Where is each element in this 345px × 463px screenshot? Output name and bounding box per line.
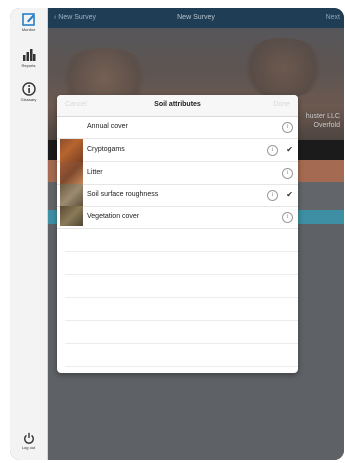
empty-row [65,252,298,275]
empty-row [65,229,298,252]
sidebar-item-reports[interactable]: Reports [10,48,47,68]
list-item-annual-cover[interactable]: Annual cover i [57,116,298,139]
info-icon[interactable]: i [282,122,293,133]
list-item-cryptogams[interactable]: Cryptogams i ✔ [57,139,298,162]
list-item-label: Cryptogams [87,146,125,153]
bar-chart-icon [22,49,35,61]
list-item-vegetation-cover[interactable]: Vegetation cover i [57,206,298,229]
list-item-label: Soil surface roughness [87,191,159,198]
info-icon[interactable]: i [282,212,293,223]
soil-attributes-popover: Cancel Soil attributes Done Annual cover… [57,95,298,373]
info-icon [21,82,36,96]
cryptogams-thumbnail [60,139,83,162]
list-item-soil-surface-roughness[interactable]: Soil surface roughness i ✔ [57,184,298,207]
litter-thumbnail [60,162,83,185]
done-button[interactable]: Done [273,101,290,108]
site-name: Overfold [313,122,340,129]
roughness-thumbnail [60,184,83,207]
sidebar-item-label: Glossary [20,97,37,102]
checkmark-icon: ✔ [286,145,293,154]
sidebar: Monitor Reports Glossary Log out [10,8,48,460]
list-item-label: Vegetation cover [87,213,140,220]
edit-icon [21,13,35,26]
site-caption: huster LLC Overfold [306,112,340,130]
sidebar-item-monitor[interactable]: Monitor [10,12,47,32]
vegetation-thumbnail [60,206,83,226]
empty-row [65,344,298,367]
info-icon[interactable]: i [282,168,293,179]
empty-row [65,298,298,321]
empty-row [65,275,298,298]
sidebar-item-glossary[interactable]: Glossary [10,82,47,102]
photo-tree [238,38,328,98]
info-icon[interactable]: i [267,145,278,156]
company-name: huster LLC [305,113,340,120]
popover-header: Cancel Soil attributes Done [57,95,298,117]
list-item-label: Annual cover [87,123,128,130]
empty-row [65,321,298,344]
list-item-label: Litter [87,169,103,176]
navigation-bar: ‹ New Survey New Survey Next [48,8,344,28]
sidebar-item-label: Reports [21,63,36,68]
popover-title: Soil attributes [154,101,201,108]
list-item-litter[interactable]: Litter i [57,162,298,185]
logout-label: Log out [21,445,36,450]
logout-button[interactable]: Log out [10,432,47,450]
page-title: New Survey [177,14,215,21]
info-icon[interactable]: i [267,190,278,201]
power-icon [23,432,34,444]
checkmark-icon: ✔ [286,190,293,199]
sidebar-item-label: Monitor [21,27,36,32]
next-button[interactable]: Next [326,14,340,21]
